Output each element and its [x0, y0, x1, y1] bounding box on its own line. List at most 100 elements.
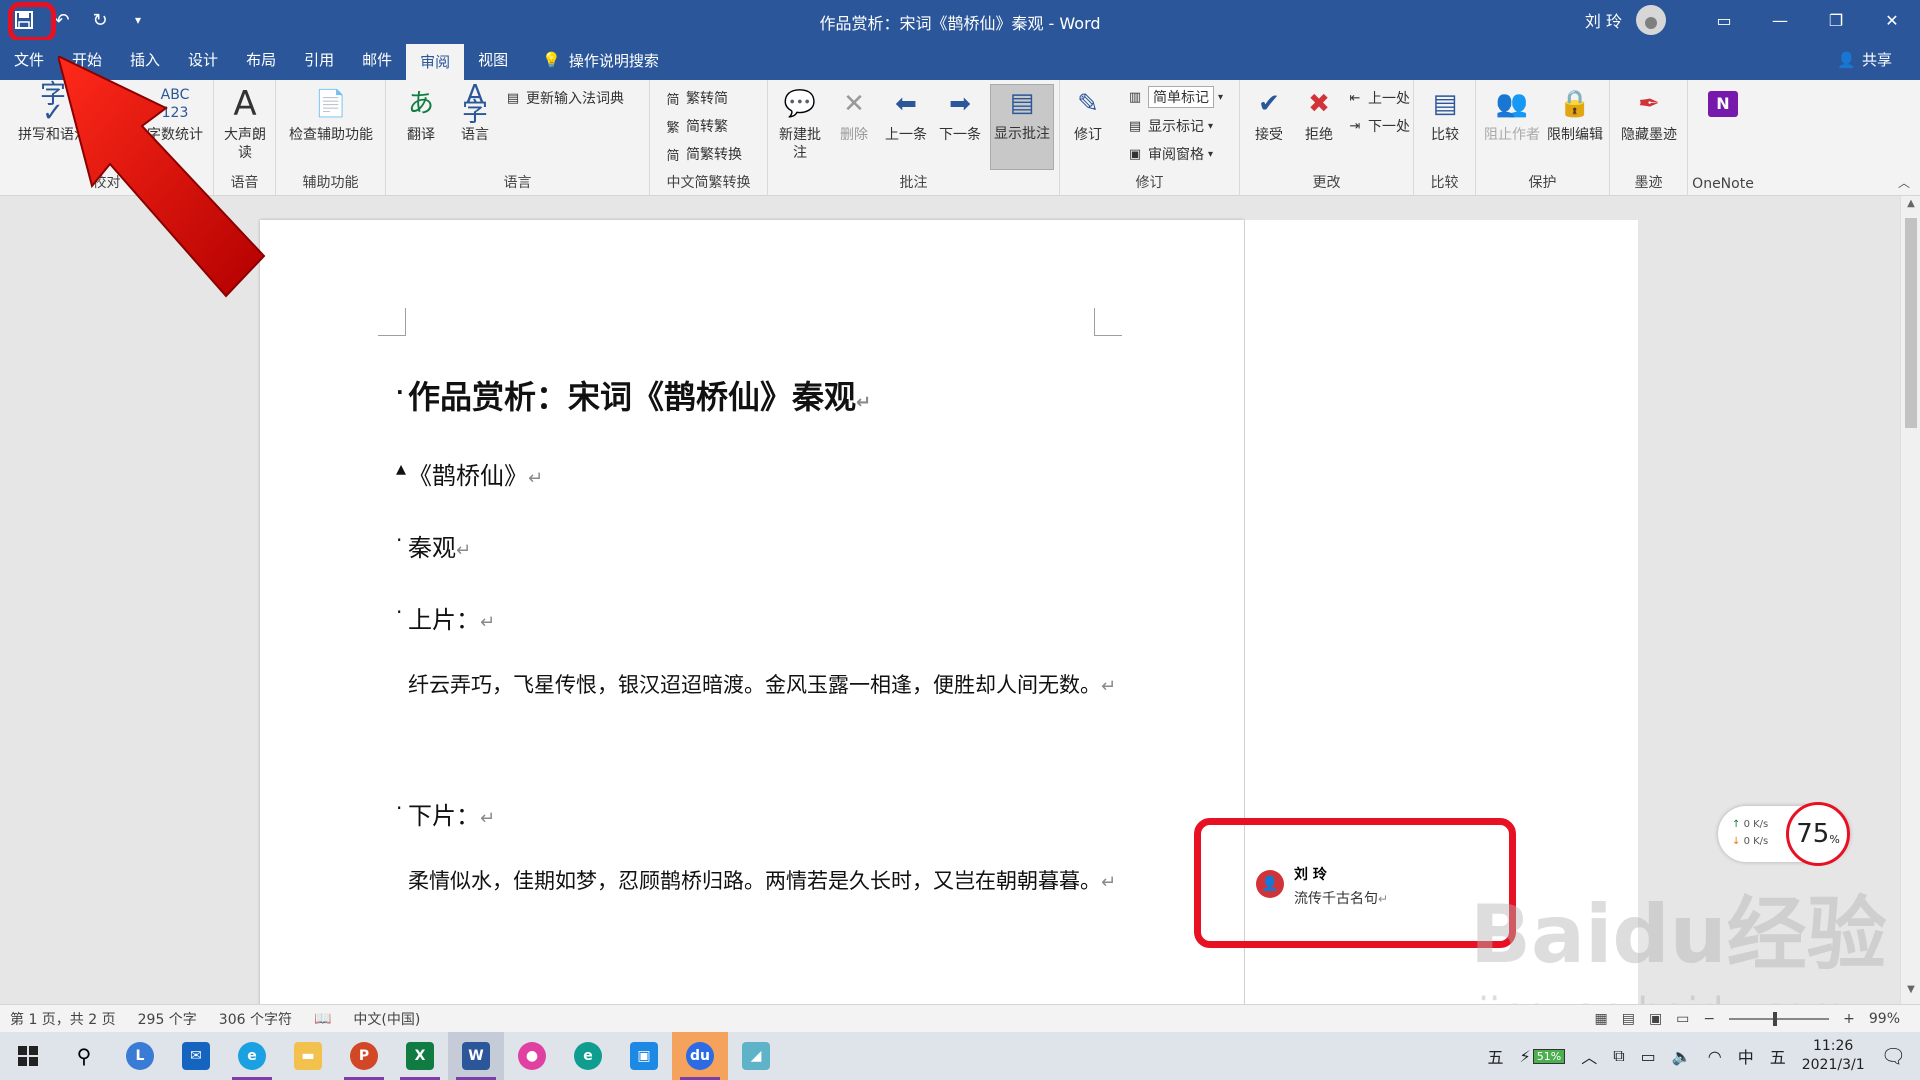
- battery-indicator[interactable]: ⚡ 51%: [1520, 1047, 1566, 1066]
- reviewing-pane-button[interactable]: ▣ 审阅窗格 ▾: [1126, 144, 1213, 164]
- poem-title-text: 《鹊桥仙》: [408, 462, 528, 490]
- scroll-up-icon[interactable]: ▲: [1901, 198, 1920, 216]
- start-button[interactable]: [0, 1032, 56, 1080]
- zoom-level[interactable]: 99%: [1869, 1011, 1900, 1027]
- new-comment-button[interactable]: 💬 新建批注: [774, 86, 826, 162]
- part2-paragraph[interactable]: 柔情似水，佳期如梦，忍顾鹊桥归路。两情若是久长时，又岂在朝朝暮暮。↵: [408, 856, 1118, 908]
- tab-references[interactable]: 引用: [290, 40, 348, 80]
- word-count[interactable]: 295 个字: [138, 1009, 197, 1029]
- taskbar-excel[interactable]: X: [392, 1032, 448, 1080]
- reviewing-pane-label: 审阅窗格: [1148, 147, 1204, 163]
- restore-icon[interactable]: ❐: [1808, 0, 1864, 40]
- language-button[interactable]: A字 语言: [450, 80, 500, 144]
- zoom-out-button[interactable]: −: [1703, 1011, 1715, 1027]
- taskbar-powerpoint[interactable]: P: [336, 1032, 392, 1080]
- taskbar-mail[interactable]: ✉: [168, 1032, 224, 1080]
- hide-ink-button[interactable]: ✒ 隐藏墨迹: [1618, 86, 1680, 144]
- taskbar-app-l[interactable]: L: [112, 1032, 168, 1080]
- part1-paragraph[interactable]: 纤云弄巧，飞星传恨，银汉迢迢暗渡。金风玉露一相逢，便胜却人间无数。↵: [408, 660, 1118, 712]
- zoom-slider-knob[interactable]: [1773, 1012, 1778, 1026]
- restrict-editing-button[interactable]: 🔒 限制编辑: [1542, 86, 1608, 144]
- scroll-down-icon[interactable]: ▼: [1901, 984, 1920, 1002]
- tab-file[interactable]: 文件: [0, 40, 58, 80]
- document-title[interactable]: · 作品赏析：宋词《鹊桥仙》秦观↵: [396, 372, 1118, 418]
- tab-review[interactable]: 审阅: [406, 44, 465, 80]
- part2-text: 柔情似水，佳期如梦，忍顾鹊桥归路。两情若是久长时，又岂在朝朝暮暮。: [408, 869, 1101, 893]
- return-mark: ↵: [1101, 676, 1117, 697]
- close-icon[interactable]: ✕: [1864, 0, 1920, 40]
- taskbar-edge[interactable]: e: [560, 1032, 616, 1080]
- track-changes-button[interactable]: ✎ 修订: [1066, 86, 1110, 144]
- l-app-icon: L: [126, 1042, 154, 1070]
- user-avatar[interactable]: [1636, 5, 1666, 35]
- ime-indicator[interactable]: 五: [1488, 1044, 1504, 1068]
- zoom-in-button[interactable]: +: [1843, 1011, 1855, 1027]
- show-comments-button[interactable]: ▤ 显示批注: [990, 84, 1054, 170]
- print-layout-icon[interactable]: ▣: [1649, 1011, 1662, 1027]
- taskbar-app-board[interactable]: ◢: [728, 1032, 784, 1080]
- part2-heading[interactable]: · 下片：↵: [396, 796, 1118, 831]
- clock[interactable]: 11:26 2021/3/1: [1802, 1037, 1865, 1075]
- volume-icon[interactable]: 🔈: [1672, 1047, 1692, 1066]
- update-ime-dictionary-button[interactable]: ▤ 更新输入法词典: [504, 88, 624, 108]
- read-mode-icon[interactable]: ▤: [1622, 1011, 1635, 1027]
- accept-button[interactable]: ✔ 接受: [1246, 86, 1292, 144]
- tab-view[interactable]: 视图: [464, 40, 522, 80]
- to-simplified-button[interactable]: 简 繁转简: [664, 88, 728, 108]
- network-speed-widget[interactable]: ↑ 0 K/s ↓ 0 K/s 75%: [1718, 802, 1850, 866]
- page-count[interactable]: 第 1 页，共 2 页: [10, 1009, 116, 1029]
- document-language[interactable]: 中文(中国): [353, 1009, 420, 1029]
- delete-comment-button[interactable]: ✕ 删除: [830, 86, 878, 144]
- taskbar-ie-browser[interactable]: e: [224, 1032, 280, 1080]
- compare-button[interactable]: ▤ 比较: [1422, 86, 1468, 144]
- show-hidden-icons-icon[interactable]: ︿: [1581, 1044, 1597, 1068]
- language-icon: A字: [461, 80, 488, 128]
- tray-app-icon[interactable]: ⧉: [1613, 1046, 1624, 1066]
- collapse-ribbon-icon[interactable]: ︿: [1898, 174, 1910, 191]
- previous-change-button[interactable]: ⇤ 上一处: [1346, 88, 1410, 108]
- web-layout-icon[interactable]: ▭: [1676, 1011, 1689, 1027]
- char-count[interactable]: 306 个字符: [219, 1009, 292, 1029]
- show-markup-button[interactable]: ▤ 显示标记 ▾: [1126, 116, 1213, 136]
- to-traditional-button[interactable]: 繁 简转繁: [664, 116, 728, 136]
- zoom-slider[interactable]: [1729, 1012, 1830, 1026]
- scrollbar-thumb[interactable]: [1905, 218, 1917, 428]
- tell-me-search[interactable]: 💡 操作说明搜索: [542, 50, 659, 71]
- check-accessibility-button[interactable]: 📄 检查辅助功能: [286, 86, 376, 144]
- taskbar-baidu[interactable]: du: [672, 1032, 728, 1080]
- onenote-button[interactable]: N: [1700, 86, 1746, 126]
- taskbar-word[interactable]: W: [448, 1032, 504, 1080]
- convert-button[interactable]: 简 简繁转换: [664, 144, 742, 164]
- search-button[interactable]: ⚲: [56, 1032, 112, 1080]
- previous-comment-button[interactable]: ⬅ 上一条: [880, 86, 932, 144]
- input-language[interactable]: 中: [1738, 1044, 1754, 1068]
- wifi-icon[interactable]: ◠: [1708, 1047, 1722, 1066]
- signed-in-user[interactable]: 刘 玲: [1585, 8, 1622, 32]
- tab-mailings[interactable]: 邮件: [348, 40, 406, 80]
- ime-mode[interactable]: 五: [1770, 1044, 1786, 1068]
- document-page[interactable]: · 作品赏析：宋词《鹊桥仙》秦观↵ ▴ 《鹊桥仙》↵ · 秦观↵ · 上片：↵ …: [260, 220, 1244, 1010]
- next-change-button[interactable]: ⇥ 下一处: [1346, 116, 1410, 136]
- group-tracking: ✎ 修订 ▥ 简单标记 ▾ ▤ 显示标记 ▾ ▣ 审阅窗格 ▾ 修订: [1060, 80, 1240, 196]
- markup-dropdown[interactable]: ▥ 简单标记 ▾: [1126, 86, 1223, 108]
- share-button[interactable]: 👤 共享: [1837, 40, 1892, 80]
- taskbar-file-explorer[interactable]: ▬: [280, 1032, 336, 1080]
- poem-author[interactable]: · 秦观↵: [396, 528, 1118, 563]
- block-authors-button[interactable]: 👥 阻止作者: [1482, 86, 1542, 144]
- taskbar-app-screen[interactable]: ▣: [616, 1032, 672, 1080]
- translate-button[interactable]: あ 翻译: [396, 86, 446, 144]
- next-comment-button[interactable]: ➡ 下一条: [934, 86, 986, 144]
- notifications-icon[interactable]: 🗨: [1881, 1044, 1906, 1068]
- minimize-icon[interactable]: —: [1752, 0, 1808, 40]
- ribbon-display-options-icon[interactable]: ▭: [1696, 0, 1752, 40]
- reject-button[interactable]: ✖ 拒绝: [1296, 86, 1342, 144]
- poem-title[interactable]: ▴ 《鹊桥仙》↵: [396, 456, 1118, 491]
- mail-icon: ✉: [182, 1042, 210, 1070]
- proofing-status-icon[interactable]: 📖: [314, 1011, 331, 1027]
- taskbar-paint[interactable]: ●: [504, 1032, 560, 1080]
- battery-icon[interactable]: ▭: [1641, 1047, 1656, 1066]
- focus-mode-icon[interactable]: ▦: [1594, 1011, 1607, 1027]
- part1-heading[interactable]: · 上片：↵: [396, 600, 1118, 635]
- part1-label: 上片：: [408, 606, 480, 634]
- vertical-scrollbar[interactable]: ▲ ▼: [1900, 196, 1920, 1004]
